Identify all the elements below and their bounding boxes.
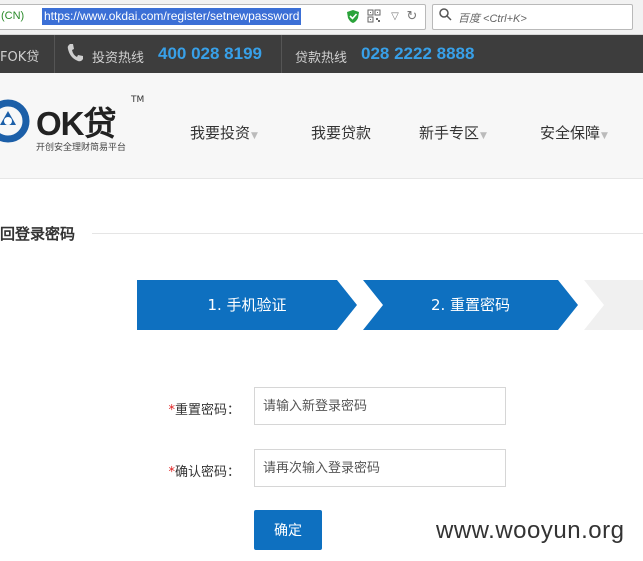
invest-hotline-label: 投资热线 (92, 51, 145, 66)
logo-text[interactable]: OK贷 (36, 97, 116, 145)
loan-hotline-label: 贷款热线 (295, 51, 348, 66)
page-title: 找回登录密码 (0, 225, 76, 243)
divider (281, 35, 282, 73)
search-placeholder: 百度 <Ctrl+K> (458, 13, 527, 25)
step-next (584, 280, 643, 330)
nav-item-label: 我要投资 (190, 124, 251, 142)
nav-item-label: 我要贷款 (311, 124, 372, 142)
url-text[interactable]: https://www.okdai.com/register/setnewpas… (42, 8, 302, 25)
title-divider (92, 233, 643, 234)
nav-item-invest[interactable]: 我要投资▼ (190, 122, 258, 143)
confirm-password-input[interactable] (254, 449, 506, 487)
shield-icon[interactable] (345, 9, 361, 25)
divider (54, 35, 55, 73)
nav-item-security[interactable]: 安全保障▼ (540, 122, 608, 143)
site-header: OK贷 TM 开创安全理财简易平台 我要投资▼ 我要贷款 新手专区▼ 安全保障▼ (0, 73, 643, 179)
hotline-bar: FOK贷 投资热线 400 028 8199 贷款热线 028 2222 888… (0, 35, 643, 73)
phone-icon (66, 43, 84, 68)
logo-mark-icon[interactable] (0, 99, 30, 143)
loan-hotline-number: 028 2222 8888 (361, 44, 475, 63)
new-password-label: *重置密码： (160, 399, 240, 418)
logo-trademark: TM (131, 95, 145, 105)
submit-button[interactable]: 确定 (254, 510, 322, 550)
search-icon (439, 8, 452, 25)
nav-item-label: 安全保障 (540, 124, 601, 142)
confirm-password-label-text: 确认密码： (174, 465, 240, 480)
browser-toolbar: (CN) https://www.okdai.com/register/setn… (0, 0, 643, 35)
step-reset-password: 2. 重置密码 (363, 280, 578, 330)
nav-item-newbie[interactable]: 新手专区▼ (419, 122, 487, 143)
reload-icon[interactable]: ↻ (404, 9, 420, 25)
dropdown-arrow-icon[interactable]: ▽ (387, 9, 403, 25)
nav-item-loan[interactable]: 我要贷款 (311, 122, 371, 143)
caret-down-icon: ▼ (601, 131, 608, 141)
new-password-input[interactable] (254, 387, 506, 425)
new-password-label-text: 重置密码： (174, 403, 240, 418)
caret-down-icon: ▼ (480, 131, 487, 141)
qr-code-icon[interactable] (366, 9, 382, 25)
browser-search-box[interactable]: 百度 <Ctrl+K> (432, 4, 633, 30)
confirm-password-label: *确认密码： (160, 461, 240, 480)
address-bar[interactable]: (CN) https://www.okdai.com/register/setn… (0, 4, 426, 30)
caret-down-icon: ▼ (251, 131, 258, 141)
nav-item-label: 新手专区 (419, 124, 480, 142)
invest-hotline-number: 400 028 8199 (158, 44, 262, 63)
step-phone-verify: 1. 手机验证 (137, 280, 357, 330)
brand-link[interactable]: FOK贷 (0, 46, 39, 65)
watermark-text: www.wooyun.org (436, 517, 625, 544)
logo-slogan: 开创安全理财简易平台 (36, 143, 127, 153)
security-label: (CN) (1, 10, 25, 22)
